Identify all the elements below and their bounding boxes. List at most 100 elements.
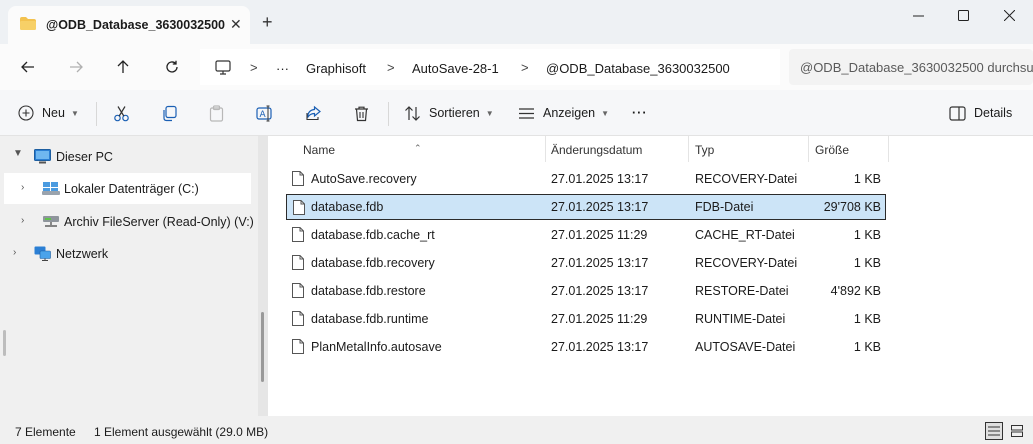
share-icon <box>306 105 321 120</box>
back-button[interactable] <box>13 53 43 81</box>
details-pane-icon <box>949 105 966 121</box>
rename-icon: A <box>256 105 272 121</box>
table-row[interactable]: PlanMetalInfo.autosave 27.01.2025 13:17 … <box>286 334 886 360</box>
column-header-date[interactable]: Änderungsdatum <box>551 143 642 157</box>
refresh-icon <box>166 60 178 73</box>
file-icon <box>292 171 304 186</box>
chevron-right-icon[interactable]: › <box>21 182 24 193</box>
file-icon <box>292 227 304 242</box>
column-divider[interactable] <box>545 136 546 162</box>
details-pane-button[interactable]: Details <box>949 102 1012 124</box>
new-label: Neu <box>42 106 65 120</box>
sidebar-item-label: Archiv FileServer (Read-Only) (V:) <box>64 215 254 229</box>
sidebar-item-label: Netzwerk <box>56 247 109 261</box>
column-divider[interactable] <box>888 136 889 162</box>
search-input[interactable]: @ODB_Database_3630032500 durchsuchen <box>789 49 1033 85</box>
address-bar[interactable]: > ··· Graphisoft > AutoSave-28-1 > @ODB_… <box>200 49 780 85</box>
file-type: RESTORE-Datei <box>695 284 789 298</box>
column-divider[interactable] <box>688 136 689 162</box>
pane-resize-handle[interactable] <box>3 330 6 356</box>
clipboard-icon <box>209 104 224 122</box>
arrow-right-icon <box>70 61 83 73</box>
file-date: 27.01.2025 11:29 <box>551 228 648 242</box>
new-tab-button[interactable]: + <box>262 13 273 31</box>
tab-odb-database[interactable]: @ODB_Database_3630032500 ✕ <box>8 6 250 44</box>
copy-button[interactable] <box>161 102 178 124</box>
breadcrumb-separator[interactable]: > <box>521 60 529 75</box>
maximize-button[interactable] <box>940 4 986 26</box>
chevron-down-icon[interactable]: ▼ <box>13 148 23 159</box>
cut-button[interactable] <box>113 102 130 124</box>
breadcrumb-odb-database[interactable]: @ODB_Database_3630032500 <box>546 61 730 76</box>
table-row[interactable]: database.fdb.restore 27.01.2025 13:17 RE… <box>286 278 886 304</box>
table-row[interactable]: database.fdb.runtime 27.01.2025 11:29 RU… <box>286 306 886 332</box>
file-size: 1 KB <box>853 172 881 186</box>
sidebar-item-netzwerk[interactable]: › Netzwerk <box>0 238 250 268</box>
sidebar-item-dieser-pc[interactable]: ▼ Dieser PC <box>0 142 250 172</box>
computer-icon <box>215 60 231 75</box>
file-name: database.fdb.runtime <box>311 312 429 326</box>
rename-button[interactable]: A <box>256 102 274 124</box>
sort-button[interactable]: Sortieren ▼ <box>404 102 494 124</box>
view-button[interactable]: Anzeigen ▼ <box>518 102 609 124</box>
up-button[interactable] <box>108 53 138 81</box>
selection-info: 1 Element ausgewählt (29.0 MB) <box>94 425 269 439</box>
trash-icon <box>355 106 368 121</box>
chevron-down-icon: ▼ <box>485 108 494 118</box>
table-row[interactable]: database.fdb.cache_rt 27.01.2025 11:29 C… <box>286 222 886 248</box>
delete-button[interactable] <box>353 102 370 124</box>
breadcrumb-separator[interactable]: > <box>387 60 395 75</box>
network-icon <box>34 246 51 261</box>
computer-icon <box>34 149 51 164</box>
breadcrumb-overflow[interactable]: ··· <box>276 61 289 76</box>
sort-ascending-icon: ⌃ <box>414 143 422 153</box>
forward-button[interactable] <box>61 53 91 81</box>
refresh-button[interactable] <box>157 53 187 81</box>
new-button[interactable]: Neu ▼ <box>18 102 79 124</box>
arrow-up-icon <box>117 60 129 73</box>
column-header-size[interactable]: Größe <box>815 143 849 157</box>
tab-close-button[interactable]: ✕ <box>230 16 242 33</box>
toolbar-divider <box>388 102 389 126</box>
file-date: 27.01.2025 13:17 <box>551 172 649 186</box>
breadcrumb-graphisoft[interactable]: Graphisoft <box>306 61 366 76</box>
breadcrumb-separator: > <box>250 60 258 75</box>
paste-button[interactable] <box>208 102 225 124</box>
file-name: PlanMetalInfo.autosave <box>311 340 442 354</box>
column-header-type[interactable]: Typ <box>695 143 714 157</box>
table-row-selected[interactable]: database.fdb 27.01.2025 13:17 FDB-Datei … <box>286 194 886 220</box>
details-view-icon <box>988 426 1000 436</box>
hard-drive-icon <box>42 182 60 195</box>
file-icon <box>293 200 305 215</box>
minimize-button[interactable] <box>895 4 941 26</box>
network-drive-icon <box>43 216 59 227</box>
tiles-view-button[interactable] <box>1008 422 1026 440</box>
chevron-right-icon[interactable]: › <box>21 215 24 226</box>
sort-label: Sortieren <box>429 106 480 120</box>
close-window-button[interactable] <box>986 4 1032 26</box>
chevron-right-icon[interactable]: › <box>13 247 16 258</box>
chevron-down-icon: ▼ <box>70 108 79 118</box>
item-count: 7 Elemente <box>15 425 76 439</box>
file-name: database.fdb.cache_rt <box>311 228 435 242</box>
sidebar-item-lokaler-datentraeger[interactable]: › Lokaler Datenträger (C:) <box>4 173 251 204</box>
column-header-name[interactable]: Name <box>303 143 335 157</box>
file-name: database.fdb <box>311 200 384 214</box>
details-label: Details <box>974 106 1013 120</box>
tab-strip: @ODB_Database_3630032500 ✕ + <box>0 0 1033 44</box>
navigation-scrollbar-thumb[interactable] <box>261 312 264 382</box>
sidebar-item-archiv-fileserver[interactable]: › Archiv FileServer (Read-Only) (V:) <box>0 206 254 236</box>
table-row[interactable]: AutoSave.recovery 27.01.2025 13:17 RECOV… <box>286 166 886 192</box>
file-size: 1 KB <box>853 340 881 354</box>
file-size: 1 KB <box>853 228 881 242</box>
minimize-icon <box>912 15 924 16</box>
copy-icon <box>163 105 177 121</box>
breadcrumb-autosave[interactable]: AutoSave-28-1 <box>412 61 499 76</box>
table-row[interactable]: database.fdb.recovery 27.01.2025 13:17 R… <box>286 250 886 276</box>
status-bar: 7 Elemente 1 Element ausgewählt (29.0 MB… <box>0 416 1033 444</box>
more-options-button[interactable]: ··· <box>632 102 648 124</box>
column-divider[interactable] <box>808 136 809 162</box>
share-button[interactable] <box>305 102 322 124</box>
details-view-button[interactable] <box>985 422 1003 440</box>
plus-circle-icon <box>18 105 34 121</box>
